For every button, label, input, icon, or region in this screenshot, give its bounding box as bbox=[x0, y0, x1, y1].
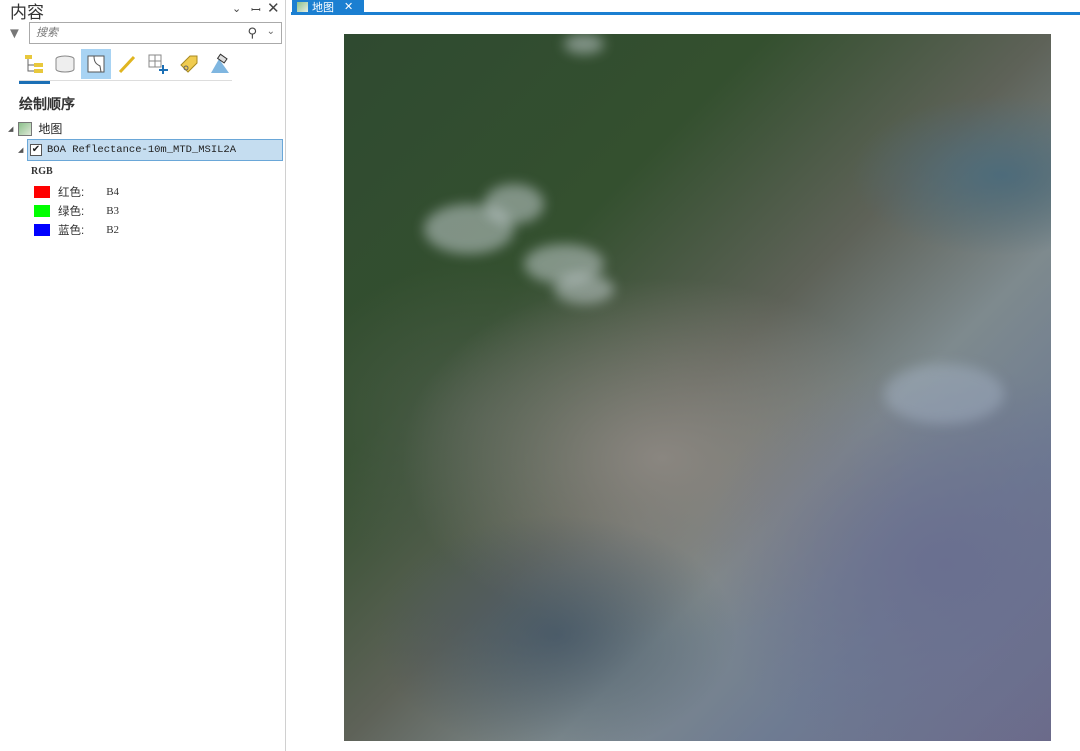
chevron-down-icon[interactable]: ⌄ bbox=[232, 2, 241, 15]
band-value: B2 bbox=[106, 224, 120, 236]
list-by-source-icon[interactable] bbox=[50, 49, 80, 79]
band-label: 红色: bbox=[58, 187, 85, 199]
color-swatch bbox=[34, 224, 50, 236]
chevron-down-icon[interactable]: ⌄ bbox=[267, 26, 275, 37]
list-by-selection-icon[interactable] bbox=[81, 49, 111, 79]
map-icon bbox=[297, 1, 308, 12]
map-name: 地图 bbox=[38, 122, 63, 136]
color-swatch bbox=[34, 205, 50, 217]
contents-pane: 内容 ⌄ ꟷ ✕ ▼ ⚲ ⌄ 绘制顺序 ◢ 地图 ◢ ✔ BOA Reflect… bbox=[0, 0, 286, 751]
legend-green: 绿色: B3 bbox=[34, 203, 119, 219]
band-label: 绿色: bbox=[58, 206, 85, 218]
layer-name: BOA Reflectance-10m_MTD_MSIL2A bbox=[47, 144, 237, 156]
band-value: B3 bbox=[106, 205, 120, 217]
legend-blue: 蓝色: B2 bbox=[34, 222, 119, 238]
expand-triangle-icon[interactable]: ◢ bbox=[8, 125, 13, 133]
list-by-perspective-imagery-icon[interactable] bbox=[205, 49, 235, 79]
search-icon[interactable]: ⚲ bbox=[247, 25, 257, 41]
list-by-editing-icon[interactable] bbox=[112, 49, 142, 79]
satellite-image[interactable] bbox=[344, 34, 1051, 741]
pane-title: 内容 bbox=[10, 3, 44, 22]
expand-triangle-icon[interactable]: ◢ bbox=[18, 146, 23, 154]
view-tab-strip bbox=[291, 12, 1080, 15]
pin-icon[interactable]: ꟷ bbox=[251, 1, 261, 18]
map-icon bbox=[18, 121, 33, 136]
tab-label: 地图 bbox=[312, 1, 334, 14]
renderer-label: RGB bbox=[31, 166, 53, 177]
filter-icon[interactable]: ▼ bbox=[7, 25, 22, 42]
layer-item[interactable]: ◢ ✔ BOA Reflectance-10m_MTD_MSIL2A bbox=[18, 139, 283, 161]
list-by-labeling-icon[interactable] bbox=[174, 49, 204, 79]
list-by-drawing-order-icon[interactable] bbox=[19, 49, 49, 79]
legend-red: 红色: B4 bbox=[34, 184, 119, 200]
search-box[interactable]: ⚲ ⌄ bbox=[29, 22, 282, 44]
list-by-snapping-icon[interactable] bbox=[143, 49, 173, 79]
color-swatch bbox=[34, 186, 50, 198]
search-input[interactable] bbox=[30, 23, 230, 43]
tab-map[interactable]: 地图 ✕ bbox=[292, 0, 364, 14]
map-node[interactable]: ◢ 地图 bbox=[8, 120, 62, 137]
active-tab-indicator bbox=[19, 81, 50, 84]
band-label: 蓝色: bbox=[58, 225, 85, 237]
band-value: B4 bbox=[106, 186, 120, 198]
layer-visibility-checkbox[interactable]: ✔ bbox=[30, 144, 42, 156]
section-heading: 绘制顺序 bbox=[19, 96, 75, 112]
close-icon[interactable]: ✕ bbox=[344, 0, 353, 13]
close-icon[interactable]: ✕ bbox=[267, 0, 280, 17]
